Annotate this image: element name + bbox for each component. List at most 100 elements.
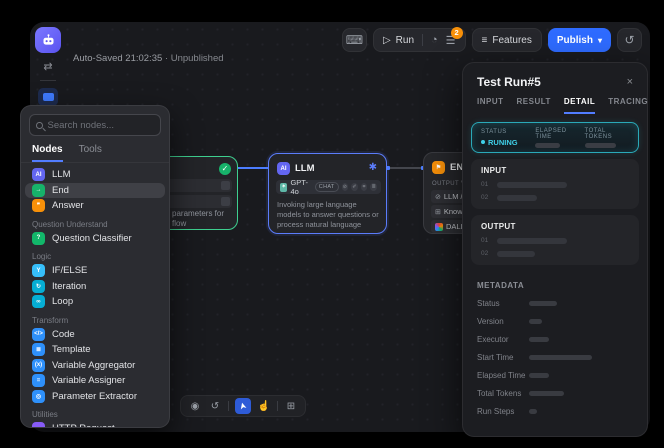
- metadata-skeleton: [529, 355, 592, 360]
- notification-badge: 2: [451, 27, 463, 39]
- section-question-understand: Question Understand: [25, 214, 165, 231]
- features-icon: ≡: [482, 35, 488, 46]
- rail-divider: [40, 80, 56, 81]
- node-item-iteration[interactable]: ↻ Iteration: [25, 279, 165, 295]
- status-value: RUNING: [488, 138, 518, 147]
- edge-llm-end: [388, 167, 423, 169]
- title-divider: ·: [165, 53, 168, 64]
- template-icon: ≣: [32, 343, 45, 356]
- group-divider: [422, 34, 423, 46]
- output-card: OUTPUT 01 02: [471, 215, 639, 265]
- checklist-button[interactable]: ☰ 2: [446, 34, 456, 47]
- app-logo[interactable]: [35, 27, 61, 53]
- toolbar-divider: [228, 401, 229, 411]
- hand-mode-button[interactable]: ☝: [257, 401, 271, 412]
- tab-input[interactable]: INPUT: [477, 97, 504, 114]
- tab-detail[interactable]: DETAIL: [564, 97, 595, 114]
- metadata-skeleton: [529, 409, 537, 414]
- extractor-icon: ◎: [32, 390, 45, 403]
- assigner-icon: =: [32, 374, 45, 387]
- success-check-icon: ✓: [219, 163, 231, 175]
- version-history-button[interactable]: ↺: [617, 28, 642, 52]
- end-icon: →: [32, 184, 45, 197]
- chat-badge: CHAT: [315, 182, 339, 192]
- ifelse-icon: Y: [32, 264, 45, 277]
- node-item-ifelse[interactable]: Y IF/ELSE: [25, 263, 165, 279]
- node-item-answer[interactable]: ❞ Answer: [25, 198, 165, 214]
- search-input[interactable]: [48, 120, 154, 131]
- llm-icon: AI: [32, 168, 45, 181]
- publish-label: Publish: [557, 35, 593, 46]
- metadata-skeleton: [529, 337, 549, 342]
- model-name: GPT-4o: [290, 178, 311, 196]
- undo-icon[interactable]: ↺: [208, 401, 222, 412]
- schedule-button[interactable]: ◔: [431, 34, 438, 46]
- input-card: INPUT 01 02: [471, 159, 639, 209]
- history-icon: ↺: [624, 33, 634, 47]
- features-button[interactable]: ≡ Features: [472, 28, 542, 52]
- keyboard-shortcuts-button[interactable]: ⌨: [342, 28, 367, 52]
- end-icon: ⚑: [432, 161, 445, 174]
- chevron-down-icon: ▾: [598, 36, 602, 45]
- gear-icon[interactable]: ✱: [369, 162, 377, 173]
- edge-start-llm: [238, 167, 268, 169]
- model-selector[interactable]: ✶ GPT-4o CHAT ⊘ ✐ ⌗ ≣: [276, 180, 381, 194]
- tab-tools[interactable]: Tools: [79, 144, 102, 162]
- node-item-template[interactable]: ≣ Template: [25, 342, 165, 358]
- picker-tabs: Nodes Tools: [21, 144, 169, 163]
- toolbar-divider: [277, 401, 278, 411]
- pointer-mode-button[interactable]: ➤: [235, 398, 251, 414]
- search-icon: [36, 122, 43, 129]
- answer-icon: ❞: [32, 199, 45, 212]
- output-label: OUTPUT: [481, 222, 629, 231]
- tab-nodes[interactable]: Nodes: [32, 144, 63, 162]
- metadata-skeleton: [529, 391, 564, 396]
- node-item-http-request[interactable]: ⋯ HTTP Request: [25, 421, 165, 428]
- node-item-end[interactable]: → End: [25, 183, 165, 199]
- variable-icon: ⊘: [435, 193, 441, 201]
- publish-button[interactable]: Publish ▾: [548, 28, 611, 52]
- organize-icon[interactable]: ⊞: [284, 401, 298, 412]
- autosave-text: Auto-Saved 21:02:35: [73, 53, 162, 64]
- run-label: Run: [396, 35, 414, 46]
- tab-tracing[interactable]: TRACING: [608, 97, 648, 114]
- publish-state: Unpublished: [171, 53, 224, 64]
- metadata-section: METADATA Status Version Executor Start T…: [463, 265, 647, 416]
- aggregator-icon: (x): [32, 359, 45, 372]
- status-label: STATUS: [481, 129, 535, 135]
- capability-icon: ✐: [351, 183, 358, 191]
- close-icon[interactable]: ×: [627, 76, 633, 88]
- llm-node[interactable]: AI LLM ✱ ✶ GPT-4o CHAT ⊘ ✐ ⌗ ≣ Invoking …: [268, 153, 387, 234]
- preview-icon[interactable]: [38, 88, 58, 106]
- canvas-control-icon[interactable]: ◉: [188, 401, 202, 412]
- node-item-parameter-extractor[interactable]: ◎ Parameter Extractor: [25, 389, 165, 405]
- iteration-icon: ↻: [32, 280, 45, 293]
- tab-result[interactable]: RESULT: [517, 97, 551, 114]
- run-button[interactable]: ▷ Run: [383, 35, 414, 46]
- run-group: ▷ Run ◔ ☰ 2: [373, 28, 466, 52]
- left-rail: ⇄: [34, 27, 62, 106]
- metadata-skeleton: [529, 301, 557, 306]
- node-item-question-classifier[interactable]: ? Question Classifier: [25, 231, 165, 247]
- test-run-panel: Test Run#5 × INPUT RESULT DETAIL TRACING…: [462, 62, 648, 437]
- features-label: Features: [492, 35, 531, 46]
- search-box[interactable]: [29, 114, 161, 136]
- node-item-variable-assigner[interactable]: = Variable Assigner: [25, 373, 165, 389]
- node-item-code[interactable]: </> Code: [25, 327, 165, 343]
- section-utilities: Utilities: [25, 404, 165, 421]
- metadata-skeleton: [529, 373, 549, 378]
- code-icon: </>: [32, 328, 45, 341]
- running-dot: [481, 140, 485, 144]
- node-item-variable-aggregator[interactable]: (x) Variable Aggregator: [25, 358, 165, 374]
- node-picker-panel: Nodes Tools AI LLM → End ❞ Answer Questi…: [20, 105, 170, 428]
- status-card: STATUS RUNING ELAPSED TIME TOTAL TOKENS: [471, 122, 639, 153]
- canvas-toolbar: ◉ ↺ ➤ ☝ ⊞: [180, 395, 306, 417]
- loop-icon: ∞: [32, 295, 45, 308]
- node-item-loop[interactable]: ∞ Loop: [25, 294, 165, 310]
- start-node-description: parameters for flow: [172, 209, 224, 229]
- swap-icon[interactable]: ⇄: [43, 60, 52, 73]
- input-skeleton: [497, 182, 567, 188]
- node-item-llm[interactable]: AI LLM: [25, 167, 165, 183]
- classifier-icon: ?: [32, 232, 45, 245]
- output-skeleton: [497, 238, 567, 244]
